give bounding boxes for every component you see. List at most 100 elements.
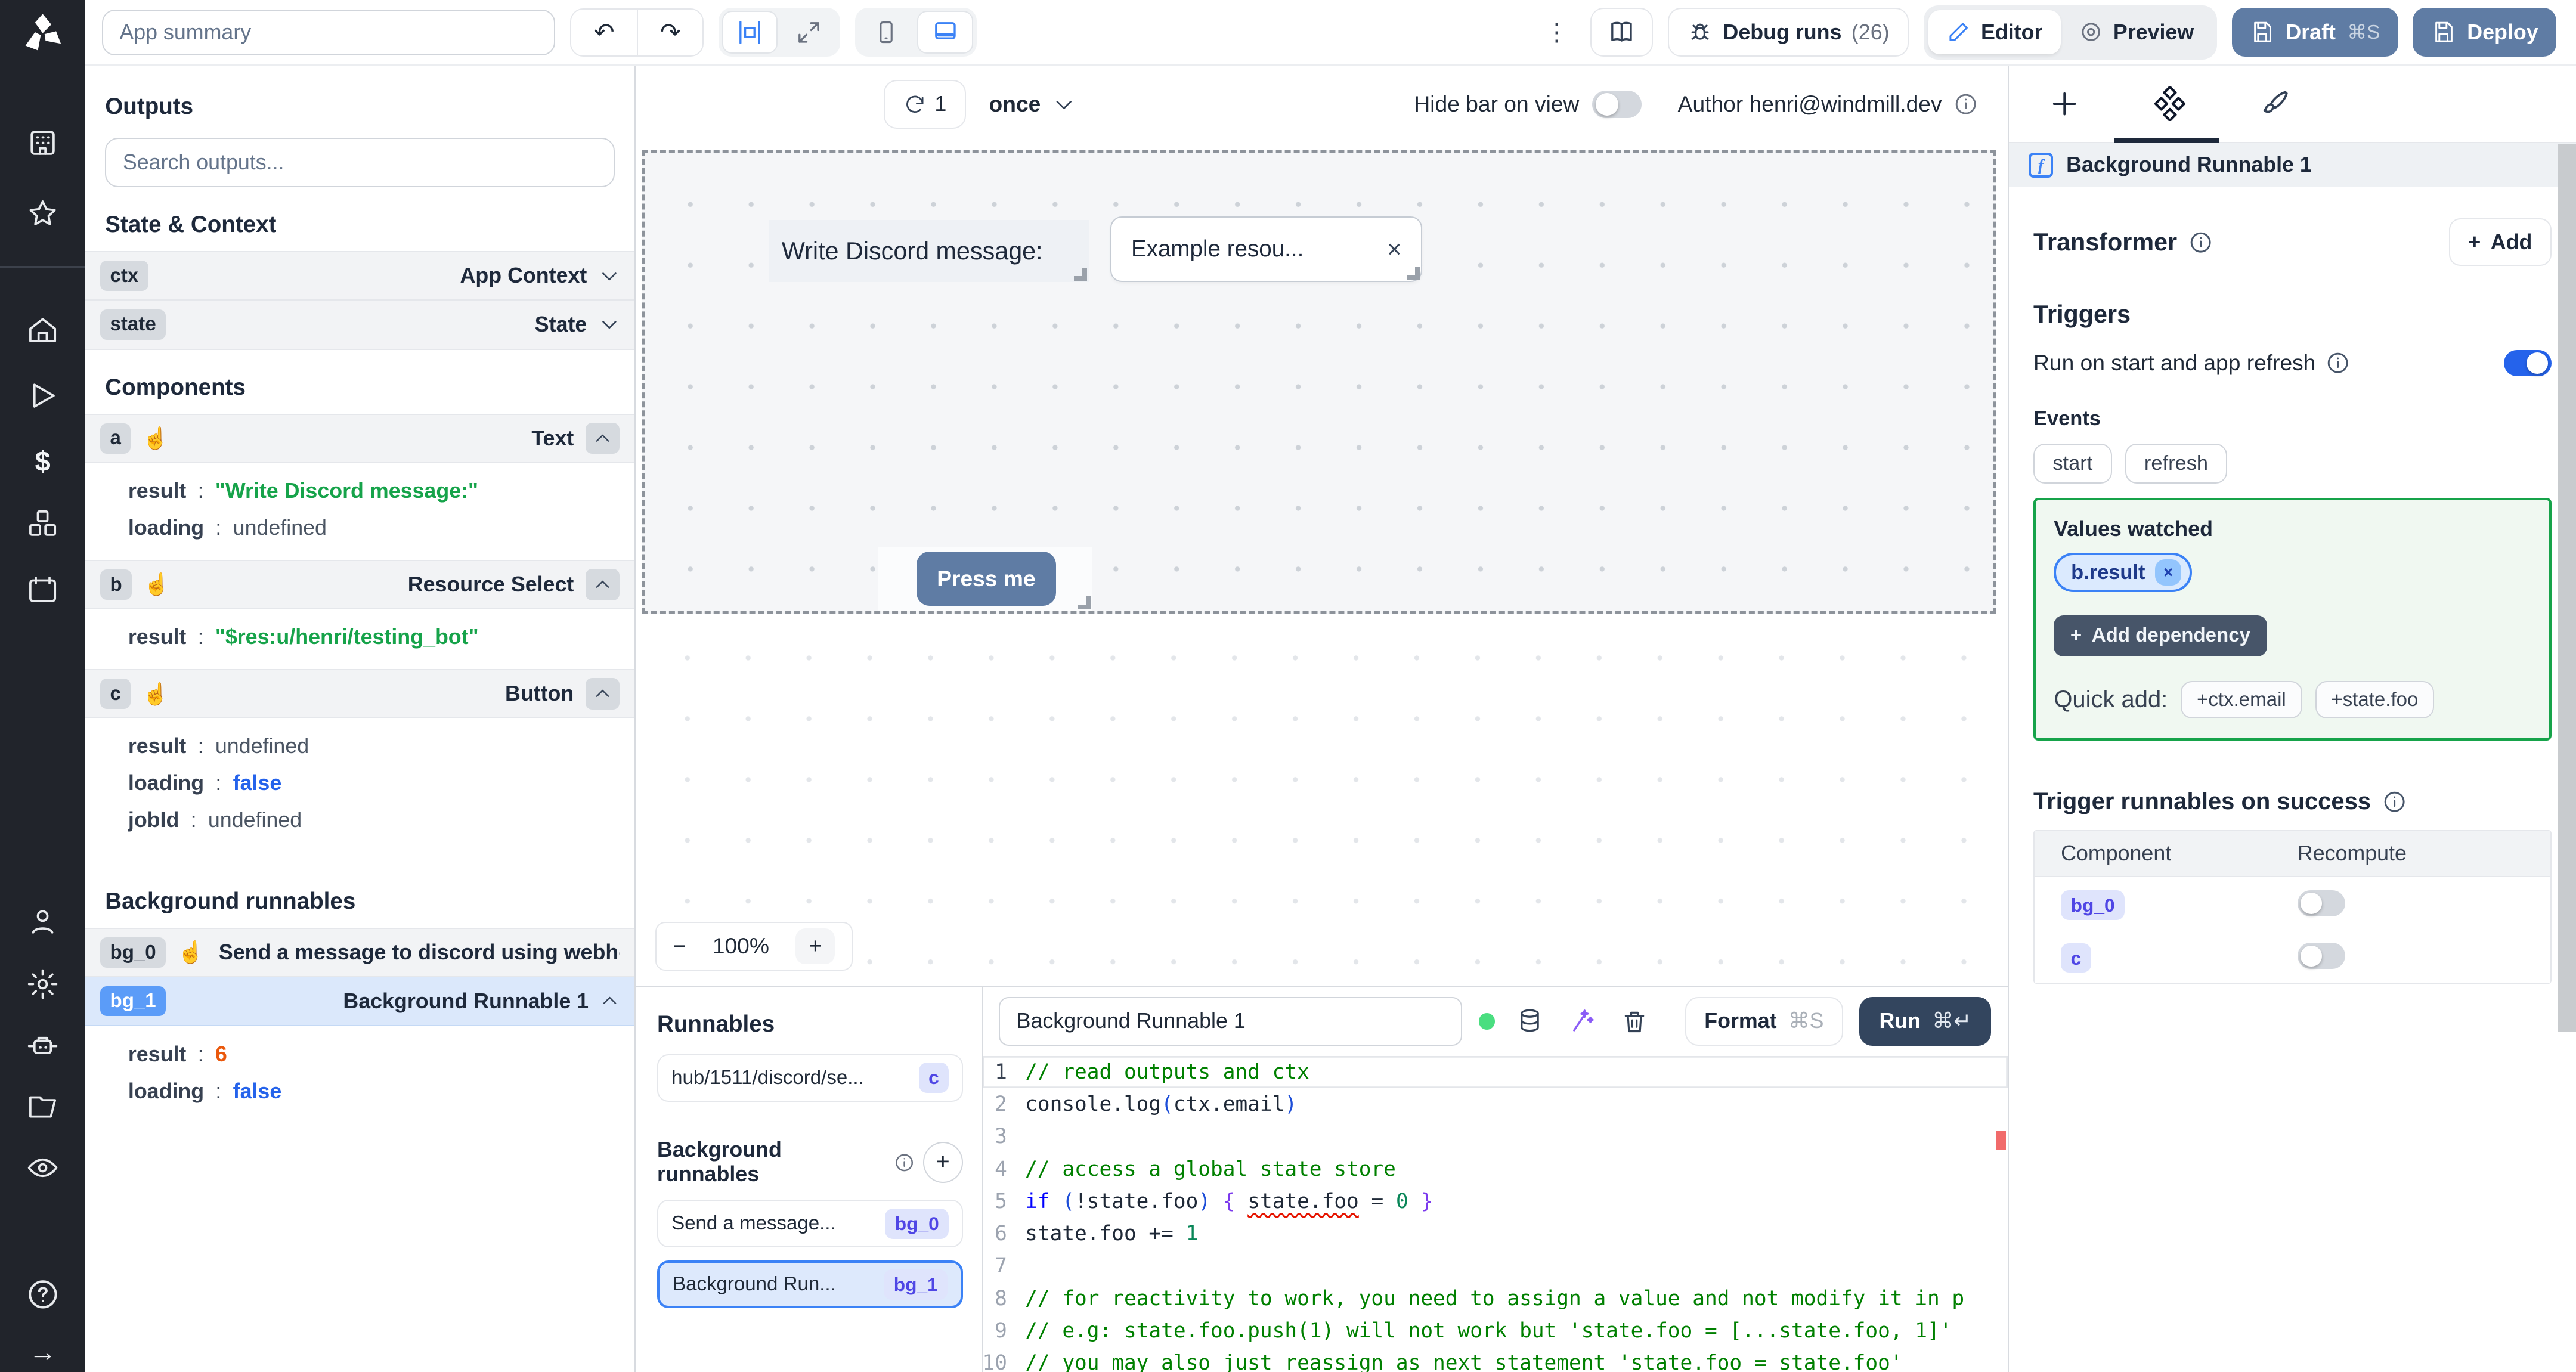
undo-button[interactable]: ↶ [571,9,637,55]
code-line[interactable]: 7 [983,1250,2008,1282]
component-badge[interactable]: c [2061,943,2091,973]
fullscreen-button[interactable] [781,11,837,54]
code-line[interactable]: 3 [983,1120,2008,1153]
tab-settings-active[interactable] [2150,84,2190,123]
pointer-hand-icon[interactable]: ☝ [177,940,204,965]
resources-icon[interactable] [24,506,61,543]
chevron-down-icon[interactable] [599,314,620,335]
pointer-hand-icon[interactable]: ☝ [143,682,169,707]
value[interactable]: "Write Discord message:" [215,473,478,510]
code-line[interactable]: 9 // e.g: state.foo.push(1) will not work… [983,1315,2008,1347]
draft-button[interactable]: Draft ⌘S [2231,7,2398,57]
collapse-c-button[interactable] [585,678,620,710]
deploy-button[interactable]: Deploy [2413,7,2556,57]
pointer-hand-icon[interactable]: ☝ [143,426,169,451]
value[interactable]: "$res:u/henri/testing_bot" [215,619,479,656]
tab-insert[interactable] [2045,84,2084,123]
add-dependency-button[interactable]: + Add dependency [2054,615,2267,656]
text-component[interactable]: Write Discord message: [768,219,1089,283]
add-transformer-button[interactable]: + Add [2449,218,2552,267]
runnable-item-bg1-selected[interactable]: Background Run... bg_1 [657,1260,964,1309]
search-outputs-input[interactable]: Search outputs... [105,138,615,187]
ai-assistant-button[interactable] [1564,1004,1600,1040]
variables-icon[interactable]: $ [24,444,61,480]
zoom-in-button[interactable]: + [795,928,835,965]
format-button[interactable]: Format ⌘S [1685,996,1843,1046]
scrollbar-thumb[interactable] [2558,144,2576,1032]
chevron-down-icon[interactable] [599,265,620,287]
output-row-state[interactable]: state State [85,300,635,350]
windmill-logo[interactable] [20,10,66,56]
recompute-toggle[interactable] [2297,943,2345,970]
more-menu-button[interactable]: ⋮ [1538,18,1575,47]
recompute-toggle[interactable] [2297,890,2345,917]
info-icon[interactable] [1953,92,1978,116]
chevron-up-icon[interactable] [600,991,620,1011]
delete-button[interactable] [1617,1004,1653,1040]
code-line[interactable]: 1 // read outputs and ctx [983,1056,2008,1088]
folders-icon[interactable] [24,1089,61,1126]
runnable-name-input[interactable]: Background Runnable 1 [999,996,1463,1046]
redo-button[interactable]: ↷ [637,9,703,55]
component-badge[interactable]: bg_0 [2061,890,2125,921]
event-start-pill[interactable]: start [2033,444,2112,484]
collapse-arrow-icon[interactable]: → [24,1334,61,1370]
code-line[interactable]: 2 console.log(ctx.email) [983,1088,2008,1120]
value[interactable]: false [233,765,282,802]
tab-editor[interactable]: Editor [1928,10,2061,55]
run-button[interactable]: Run ⌘↵ [1859,996,1992,1046]
help-icon[interactable] [24,1277,61,1313]
remove-dependency-button[interactable]: × [2154,559,2182,586]
value[interactable]: false [233,1073,282,1110]
info-icon[interactable] [2188,230,2213,255]
tab-styling[interactable] [2255,84,2295,123]
runnable-item-bg0[interactable]: Send a message... bg_0 [657,1200,964,1248]
output-row-ctx[interactable]: ctx App Context [85,251,635,301]
debug-runs-button[interactable]: Debug runs (26) [1667,7,1909,57]
run-on-start-toggle[interactable] [2503,349,2552,377]
resize-handle[interactable] [1406,266,1420,280]
refresh-count-button[interactable]: 1 [884,79,966,129]
tab-preview[interactable]: Preview [2061,10,2212,54]
audit-eye-icon[interactable] [24,1150,61,1187]
value[interactable]: 6 [215,1036,227,1073]
quick-add-ctx-email[interactable]: +ctx.email [2181,680,2302,719]
code-line[interactable]: 6 state.foo += 1 [983,1218,2008,1250]
watched-value-chip[interactable]: b.result × [2054,553,2192,593]
info-icon[interactable] [2326,351,2350,375]
app-canvas[interactable]: Write Discord message: Example resou... … [636,143,2008,986]
resize-handle[interactable] [1077,596,1091,609]
output-row-a[interactable]: a ☝ Text [85,413,635,463]
value[interactable]: undefined [215,728,309,765]
code-line[interactable]: 5 if (!state.foo) { state.foo = 0 } [983,1185,2008,1218]
collapse-b-button[interactable] [585,569,620,600]
canvas-page[interactable]: Write Discord message: Example resou... … [642,149,1996,615]
zoom-out-button[interactable]: − [673,933,686,959]
runs-icon[interactable] [24,378,61,414]
clear-selection-icon[interactable]: × [1387,236,1401,264]
code-line[interactable]: 4 // access a global state store [983,1153,2008,1185]
docs-button[interactable] [1590,7,1653,57]
info-icon[interactable] [2382,789,2407,814]
code-line[interactable]: 8 // for reactivity to work, you need to … [983,1283,2008,1315]
center-align-button[interactable] [722,11,778,54]
cache-button[interactable] [1512,1004,1548,1040]
code-area[interactable]: 1 // read outputs and ctx 2 console.log(ctx… [982,1055,2008,1372]
button-component[interactable]: Press me [878,546,1092,611]
app-summary-input[interactable]: App summary [101,9,556,55]
favorites-star-icon[interactable] [24,196,61,232]
workers-robot-icon[interactable] [24,1029,61,1065]
output-row-c[interactable]: c ☝ Button [85,669,635,718]
workspace-icon[interactable] [24,125,61,161]
resize-handle[interactable] [1074,267,1088,281]
hide-bar-toggle[interactable] [1592,90,1642,119]
schedule-dropdown[interactable]: once [989,91,1076,117]
users-icon[interactable] [24,903,61,940]
event-refresh-pill[interactable]: refresh [2125,444,2228,484]
info-icon[interactable] [894,1152,915,1173]
desktop-view-button[interactable] [917,11,974,54]
schedules-icon[interactable] [24,572,61,608]
settings-gear-icon[interactable] [24,966,61,1002]
resource-select-component[interactable]: Example resou... × [1110,216,1423,283]
home-icon[interactable] [24,312,61,348]
